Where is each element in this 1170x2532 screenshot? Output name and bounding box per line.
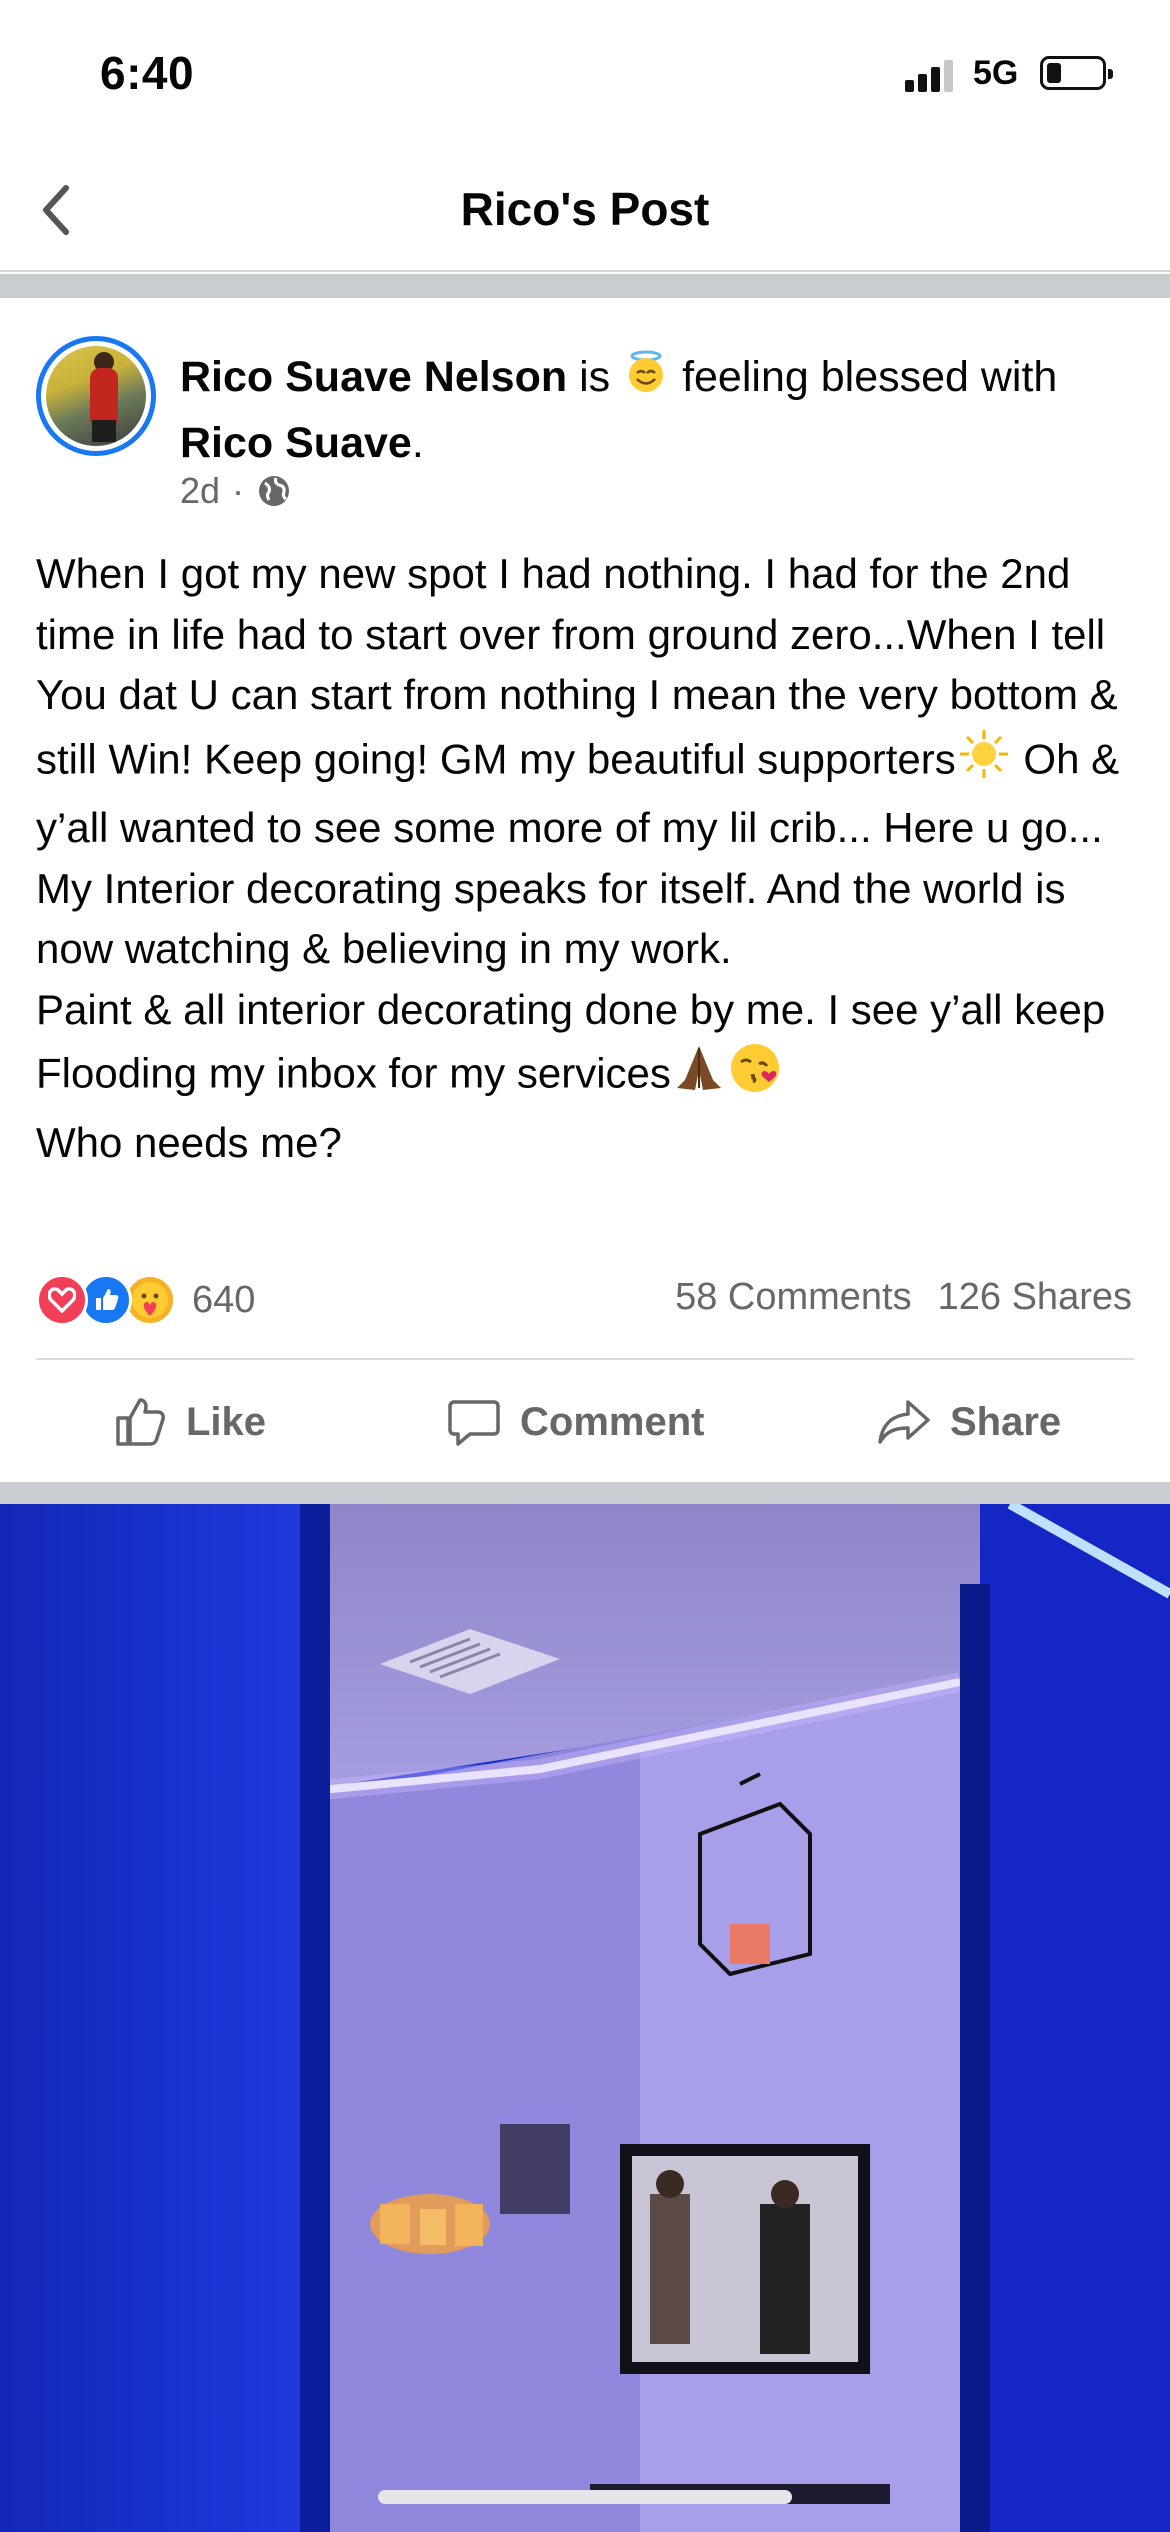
share-arrow-icon (878, 1400, 930, 1444)
share-label: Share (950, 1399, 1062, 1444)
status-bar: 6:40 5G (0, 0, 1170, 150)
divider (36, 1358, 1134, 1360)
comment-label: Comment (520, 1399, 705, 1444)
page-title: Rico's Post (460, 183, 710, 235)
avatar[interactable] (36, 336, 156, 456)
share-button[interactable]: Share (876, 1392, 1061, 1452)
love-reaction-icon (36, 1274, 88, 1326)
signal-icon (905, 58, 957, 92)
post-heading: Rico Suave Nelson is feeling blessed wit… (180, 346, 1140, 474)
network-type: 5G (973, 54, 1019, 92)
comment-button[interactable]: Comment (446, 1392, 704, 1452)
tagged-name[interactable]: Rico Suave (180, 419, 412, 467)
battery-icon (1040, 56, 1113, 90)
post-photo[interactable] (0, 1504, 1170, 2532)
like-label: Like (186, 1399, 267, 1444)
shares-count[interactable]: 126 Shares (938, 1276, 1132, 1318)
room-photo-image (0, 1504, 1170, 2532)
smiling-face-with-halo-icon (622, 347, 670, 412)
author-name[interactable]: Rico Suave Nelson (180, 353, 567, 401)
post-header-bar: Rico's Post (0, 150, 1170, 272)
section-separator-2 (0, 1482, 1170, 1504)
reactions-summary[interactable]: 640 (36, 1270, 255, 1330)
action-bar: Like Comment Share (0, 1362, 1170, 1482)
section-separator (0, 274, 1170, 298)
folded-hands-icon (671, 1040, 727, 1113)
thumbs-up-icon (116, 1398, 165, 1446)
kissing-face-icon (727, 1040, 783, 1113)
comment-icon (448, 1400, 500, 1446)
status-time: 6:40 (100, 47, 195, 99)
tag-suffix: . (411, 419, 424, 468)
engagement-counts: 58 Comments 126 Shares (649, 1276, 1132, 1319)
post-meta: 2d · (180, 470, 292, 512)
like-button[interactable]: Like (112, 1392, 266, 1452)
post-text-part3: Who needs me? (36, 1118, 342, 1166)
reaction-count: 640 (192, 1278, 256, 1321)
globe-icon (259, 476, 290, 506)
connector-text: is (579, 353, 611, 401)
home-indicator[interactable] (378, 2490, 792, 2504)
post-body: When I got my new spot I had nothing. I … (36, 544, 1146, 1173)
feeling-text: feeling blessed with (682, 353, 1058, 401)
comments-count[interactable]: 58 Comments (675, 1276, 912, 1318)
meta-dot: · (232, 470, 245, 511)
sun-icon (956, 726, 1012, 799)
post-time[interactable]: 2d (180, 470, 220, 512)
